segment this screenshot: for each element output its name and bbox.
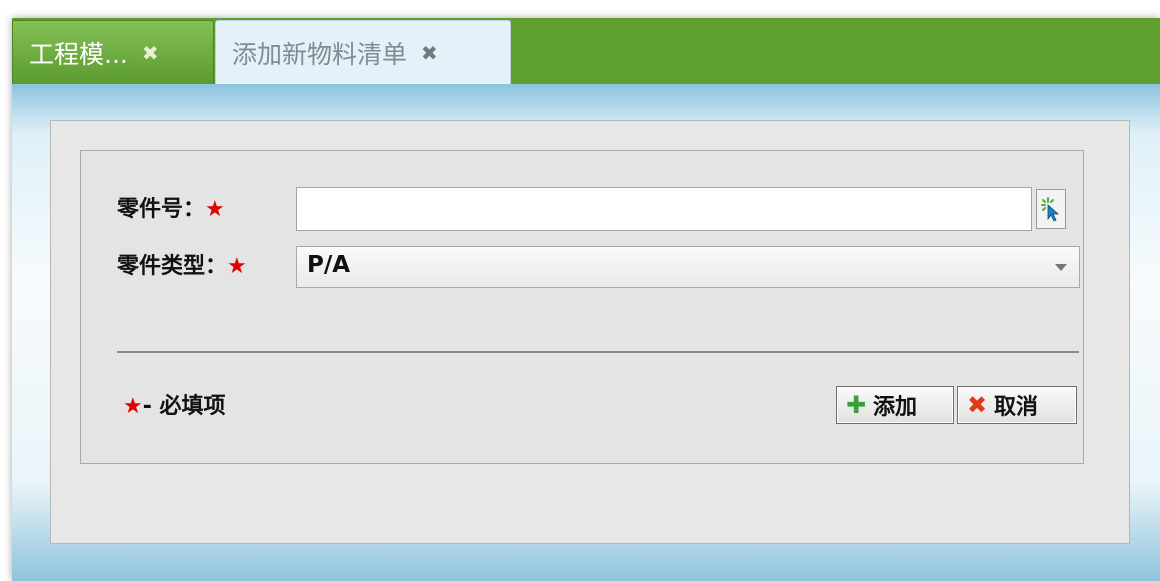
- required-note: ★- 必填项: [123, 392, 226, 422]
- part-type-label: 零件类型：★: [117, 252, 247, 282]
- part-type-select[interactable]: P/A: [296, 246, 1080, 288]
- tab-engineering-module[interactable]: 工程模... ✖: [12, 20, 214, 84]
- part-number-input[interactable]: [296, 187, 1032, 231]
- close-icon[interactable]: ✖: [142, 43, 159, 63]
- cursor-select-icon[interactable]: [1036, 189, 1066, 229]
- close-icon[interactable]: ✖: [421, 43, 438, 63]
- required-star-icon: ★: [123, 394, 143, 419]
- bom-form: 零件号：★ 零件类型：★ P/A ★- 必填项 ✚ 添加 ✖ 取消: [80, 150, 1084, 464]
- content-area: 零件号：★ 零件类型：★ P/A ★- 必填项 ✚ 添加 ✖ 取消: [12, 84, 1160, 581]
- required-note-text: - 必填项: [142, 394, 226, 419]
- part-number-label-text: 零件号：: [117, 197, 206, 222]
- required-star-icon: ★: [227, 254, 247, 279]
- plus-icon: ✚: [845, 391, 867, 419]
- tab-label: 工程模...: [29, 39, 128, 69]
- part-type-label-text: 零件类型：: [117, 254, 228, 279]
- add-button-label: 添加: [873, 395, 918, 420]
- part-type-selected-value: P/A: [307, 252, 351, 278]
- tab-add-bom[interactable]: 添加新物料清单 ✖: [215, 20, 511, 84]
- add-button[interactable]: ✚ 添加: [836, 386, 954, 424]
- form-divider: [117, 351, 1079, 353]
- dropdown-arrow-icon[interactable]: [1055, 264, 1067, 271]
- x-icon: ✖: [966, 391, 988, 419]
- tab-label: 添加新物料清单: [232, 39, 408, 69]
- required-star-icon: ★: [205, 197, 225, 222]
- app-window: 工程模... ✖ 添加新物料清单 ✖ 零件号：★ 零件类型：★ P/A ★- 必…: [12, 18, 1160, 581]
- cancel-button[interactable]: ✖ 取消: [957, 386, 1077, 424]
- outer-panel: 零件号：★ 零件类型：★ P/A ★- 必填项 ✚ 添加 ✖ 取消: [50, 120, 1130, 544]
- cursor-select-icon-graphic: [1041, 197, 1060, 222]
- part-number-label: 零件号：★: [117, 195, 225, 225]
- tab-bar: 工程模... ✖ 添加新物料清单 ✖: [12, 18, 1160, 84]
- cancel-button-label: 取消: [994, 395, 1039, 420]
